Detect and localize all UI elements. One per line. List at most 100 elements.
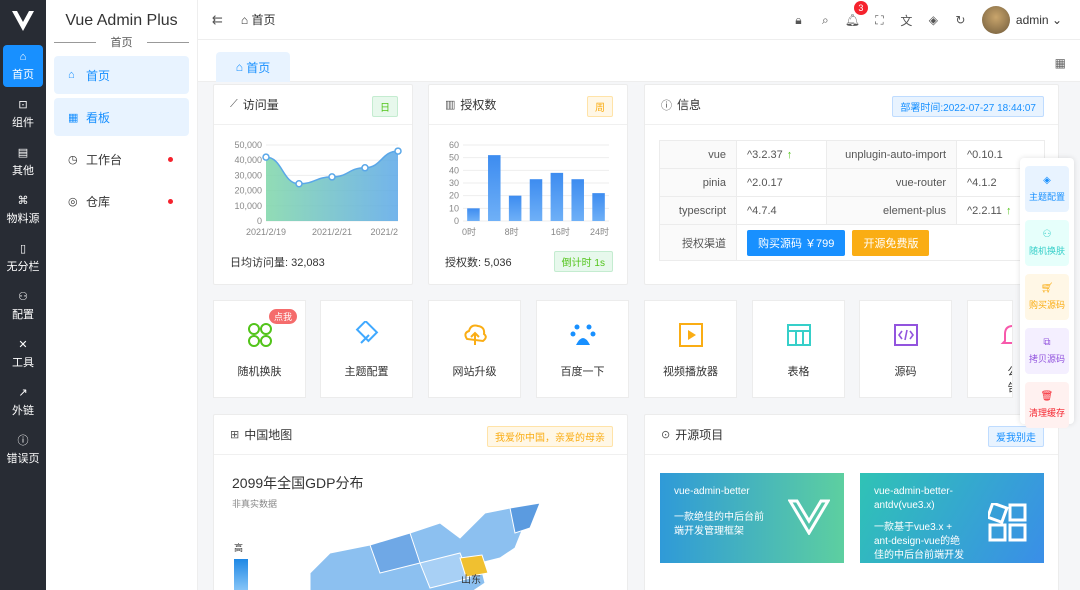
quick-card-video-player[interactable]: 视频播放器 <box>644 300 737 398</box>
rail-item-4[interactable]: ▯ 无分栏 <box>3 237 43 279</box>
quick-card-baidu[interactable]: 百度一下 <box>536 300 629 398</box>
logo-icon[interactable] <box>0 0 46 42</box>
project-card-vue-admin-better[interactable]: vue-admin-better 一款绝佳的中后台前端开发管理框架 <box>660 473 844 563</box>
quick-card-label: 表格 <box>787 366 810 378</box>
home-icon: ⌂ <box>19 50 27 63</box>
rail-item-0[interactable]: ⌂ 首页 <box>3 45 43 87</box>
search-icon[interactable]: ⌕ <box>812 13 839 28</box>
sidebar-item-warehouse[interactable]: ◎ 仓库 <box>54 182 189 220</box>
user-menu[interactable]: admin ⌄ <box>1016 13 1062 27</box>
province-label[interactable]: 山东 <box>461 571 481 586</box>
quick-card-table[interactable]: 表格 <box>752 300 845 398</box>
bar <box>488 155 501 221</box>
bar <box>467 208 480 221</box>
y-tick-label: 30 <box>449 178 459 188</box>
rail-item-8[interactable]: ⓘ 错误页 <box>3 429 43 471</box>
card-title: 信息 <box>677 98 702 112</box>
table-row: 授权渠道 购买源码 ￥799 开源免费版 <box>659 224 1045 261</box>
sidebar-item-label: 看板 <box>86 110 111 125</box>
visits-chart: 50,000 40,000 30,000 20,000 10,000 02021/2/19… <box>234 140 402 237</box>
dep-name: typescript <box>659 196 737 225</box>
card-title: 中国地图 <box>244 428 293 442</box>
tab-label: 首页 <box>246 60 271 75</box>
float-button-theme-config[interactable]: ◈ 主题配置 <box>1025 166 1069 212</box>
app-title: Vue Admin Plus <box>65 12 178 29</box>
refresh-icon[interactable]: ↻ <box>947 13 974 27</box>
sidebar: Vue Admin Plus 首页 ⌂ 首页 ▦ 看板 ◷ 工作台 ◎ 仓库 <box>46 0 198 590</box>
chevron-down-icon: ⌄ <box>1051 13 1062 27</box>
project-card-antdv[interactable]: vue-admin-better-antdv(vue3.x) 一款基于vue3.… <box>860 473 1044 575</box>
map-tag: 我爱你中国，亲爱的母亲 <box>487 426 613 447</box>
config-icon: ⚇ <box>18 290 28 303</box>
theme-config-icon <box>355 321 378 344</box>
float-button-buy-source[interactable]: 🛒︎ 购买源码 <box>1025 274 1069 320</box>
rail-item-7[interactable]: ↗ 外链 <box>3 381 43 423</box>
username: admin <box>1015 13 1049 27</box>
source-code-icon <box>893 324 918 346</box>
table-row: typescript ^4.7.4 element-plus ^2.2.11 ↑ <box>659 196 1045 225</box>
icon-rail: ⌂ 首页 ⊡ 组件 ▤ 其他 ⌘ 物料源 ▯ 无分栏 ⚇ 配置 ✕ 工具 ↗ 外链 ⓘ 错误页 <box>0 0 46 590</box>
component-icon: ⊡ <box>18 98 28 111</box>
arrow-up-icon: ↑ <box>786 148 793 161</box>
quick-card-theme-config[interactable]: 主题配置 <box>320 300 413 398</box>
data-point <box>394 147 402 155</box>
rail-item-2[interactable]: ▤ 其他 <box>3 141 43 183</box>
y-tick-label: 0 <box>454 216 459 226</box>
x-tick-label: 2021/2/21 <box>312 227 352 237</box>
quick-card-label: 百度一下 <box>560 366 605 378</box>
quick-card-notice[interactable]: 公告 <box>967 300 1013 398</box>
new-dot <box>168 199 173 204</box>
y-tick-label: 50 <box>449 153 459 163</box>
buy-source-button[interactable]: 购买源码 ￥799 <box>747 229 846 256</box>
quick-card-site-upgrade[interactable]: 网站升级 <box>428 300 521 398</box>
float-button-label: 主题配置 <box>1028 192 1065 202</box>
period-tag: 周 <box>587 96 613 117</box>
rail-item-3[interactable]: ⌘ 物料源 <box>3 189 43 231</box>
video-player-icon <box>678 323 703 347</box>
data-point <box>295 180 303 188</box>
rail-item-6[interactable]: ✕ 工具 <box>3 333 43 375</box>
sidebar-item-dashboard[interactable]: ▦ 看板 <box>54 98 189 136</box>
table-row: pinia ^2.0.17 vue-router ^4.1.2 <box>659 168 1045 197</box>
fold-menu-icon[interactable]: ⇇ <box>212 12 223 28</box>
translate-icon[interactable]: 文 <box>893 12 920 29</box>
free-version-button[interactable]: 开源免费版 <box>852 229 930 256</box>
tool-icon: ✕ <box>18 338 28 351</box>
home-icon: ⌂ <box>235 60 247 74</box>
visual-map-bar[interactable] <box>234 559 248 590</box>
grid-menu-icon[interactable]: ▦ <box>1055 56 1066 70</box>
rail-item-1[interactable]: ⊡ 组件 <box>3 93 43 135</box>
quick-card-label: 源码 <box>894 366 917 378</box>
float-button-copy-source[interactable]: ⧉ 拷贝源码 <box>1025 328 1069 374</box>
china-map[interactable] <box>310 503 610 590</box>
sidebar-item-workbench[interactable]: ◷ 工作台 <box>54 140 189 178</box>
y-tick-label: 40 <box>449 165 459 175</box>
quick-card-label: 主题配置 <box>344 366 389 378</box>
quick-card-source-code[interactable]: 源码 <box>859 300 952 398</box>
theme-icon[interactable]: ◈ <box>920 13 947 27</box>
lock-icon[interactable]: 🔒︎ <box>785 13 812 28</box>
bar <box>592 193 605 221</box>
buy-source-icon: 🛒︎ <box>1040 283 1054 294</box>
dep-name: vue-router <box>826 168 957 197</box>
sidebar-item-label: 仓库 <box>86 194 111 209</box>
rail-item-5[interactable]: ⚇ 配置 <box>3 285 43 327</box>
quick-card-random-skin[interactable]: 随机换肤 点我 <box>213 300 306 398</box>
fullscreen-icon[interactable]: ⛶ <box>866 13 893 28</box>
tab-home[interactable]: ⌂ 首页 <box>216 52 290 82</box>
float-button-clear-cache[interactable]: 🗑︎ 清理缓存 <box>1025 382 1069 428</box>
breadcrumb[interactable]: ⌂ 首页 <box>241 11 276 28</box>
float-button-label: 清理缓存 <box>1028 408 1065 418</box>
quick-card-label: 公告 <box>1008 363 1013 395</box>
float-button-random-skin[interactable]: ⚇ 随机换肤 <box>1025 220 1069 266</box>
auth-chart: 60 50 40 30 20 10 00时 8时 16时 24时 <box>449 140 609 237</box>
avatar[interactable] <box>981 6 1010 34</box>
sidebar-item-home[interactable]: ⌂ 首页 <box>54 56 189 94</box>
arrow-up-icon: ↑ <box>1005 204 1012 217</box>
random-skin-icon: ⚇ <box>1042 229 1052 240</box>
table-icon <box>786 324 811 346</box>
home-icon: ⌂ <box>68 69 75 81</box>
quick-card-label: 视频播放器 <box>663 366 718 378</box>
bell-icon[interactable]: 🔔︎ 3 <box>839 1 868 27</box>
rail-item-label: 配置 <box>12 308 34 321</box>
